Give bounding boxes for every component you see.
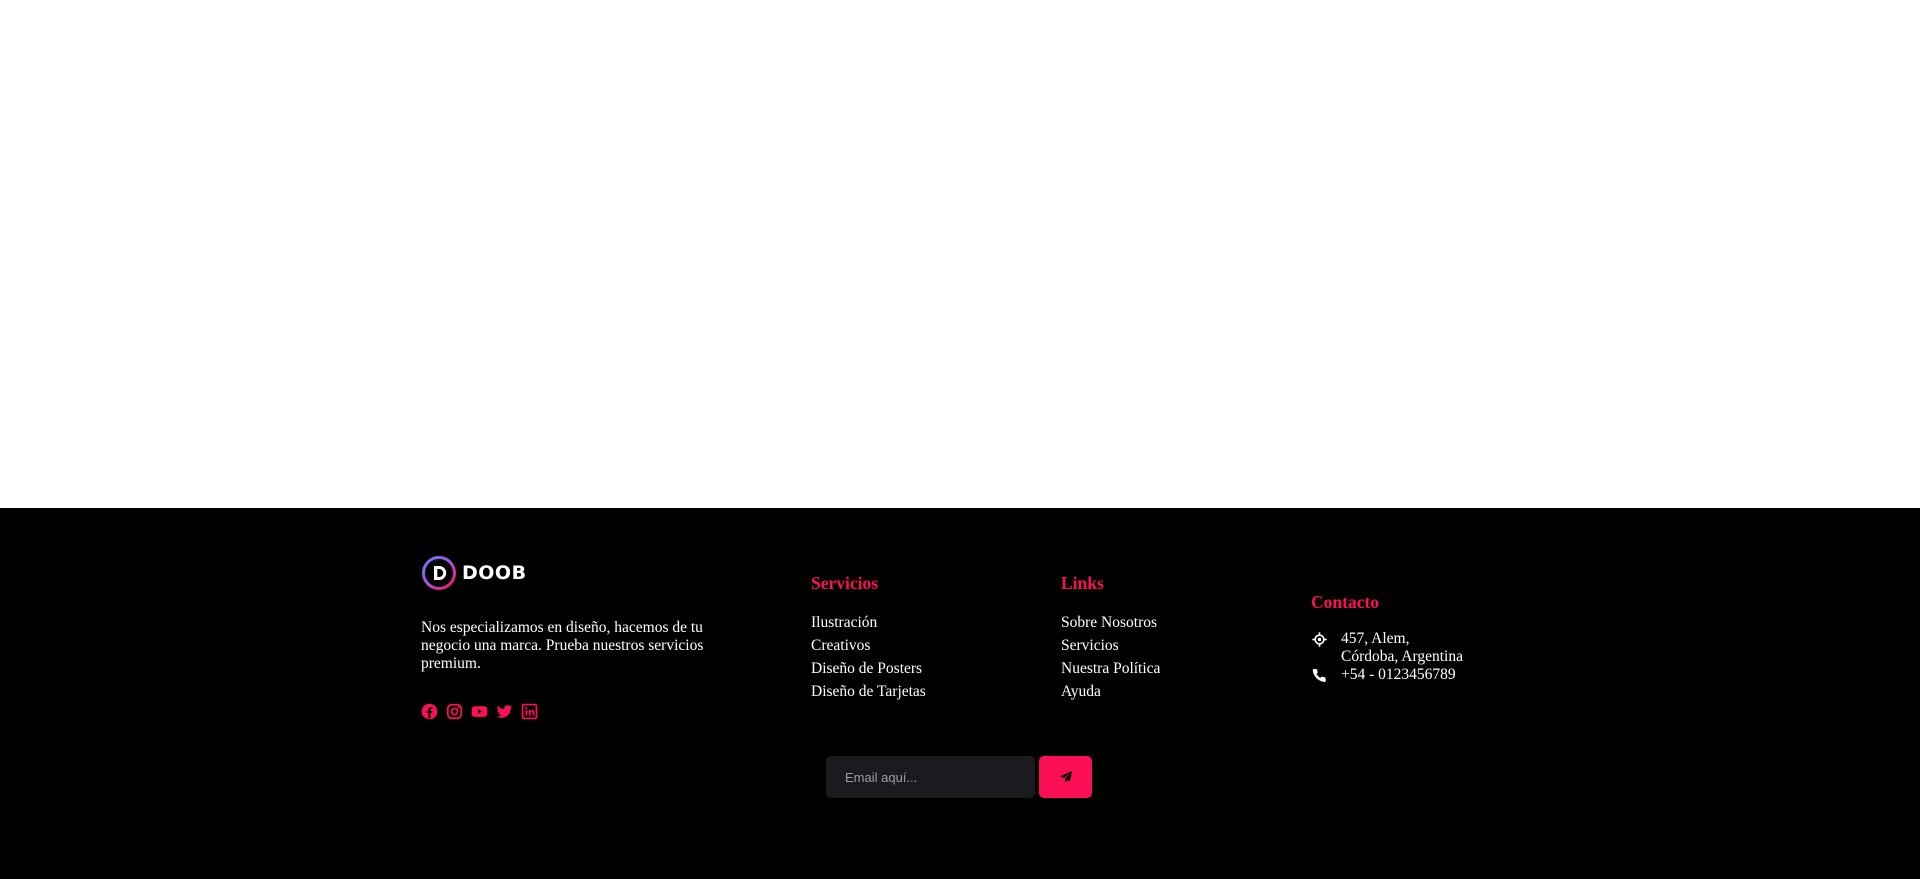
servicios-list: Ilustración Creativos Diseño de Posters …	[811, 611, 926, 703]
subscribe-button[interactable]	[1039, 756, 1092, 798]
address-line-1: 457, Alem,	[1341, 630, 1410, 647]
youtube-icon[interactable]	[471, 703, 488, 720]
logo-text: DOOB	[462, 562, 527, 584]
newsletter-form	[826, 756, 1092, 798]
email-input[interactable]	[826, 756, 1035, 798]
social-links	[421, 703, 741, 720]
footer-column-contacto: Contacto 457, Alem, Córdoba, Argentina +…	[1311, 591, 1463, 684]
servicios-link-tarjetas[interactable]: Diseño de Tarjetas	[811, 680, 926, 703]
contact-phone-text: +54 - 0123456789	[1341, 666, 1456, 683]
links-link-politica[interactable]: Nuestra Política	[1061, 657, 1160, 680]
contact-address-text: 457, Alem, Córdoba, Argentina	[1341, 630, 1463, 666]
links-list: Sobre Nosotros Servicios Nuestra Polític…	[1061, 611, 1160, 703]
page-content-area	[0, 0, 1920, 508]
servicios-heading: Servicios	[811, 573, 879, 593]
facebook-icon[interactable]	[421, 703, 438, 720]
linkedin-icon[interactable]	[521, 703, 538, 720]
site-footer: DOOB Nos especializamos en diseño, hacem…	[0, 508, 1920, 879]
servicios-link-ilustracion[interactable]: Ilustración	[811, 611, 926, 634]
paper-plane-icon	[1059, 770, 1072, 784]
links-link-ayuda[interactable]: Ayuda	[1061, 680, 1160, 703]
contact-address: 457, Alem, Córdoba, Argentina	[1311, 630, 1463, 666]
phone-icon	[1311, 666, 1327, 684]
servicios-link-posters[interactable]: Diseño de Posters	[811, 657, 926, 680]
address-line-2: Córdoba, Argentina	[1341, 648, 1463, 665]
links-link-sobre-nosotros[interactable]: Sobre Nosotros	[1061, 611, 1160, 634]
footer-brand: DOOB Nos especializamos en diseño, hacem…	[421, 555, 741, 720]
contact-phone[interactable]: +54 - 0123456789	[1311, 666, 1463, 684]
contacto-list: 457, Alem, Córdoba, Argentina +54 - 0123…	[1311, 630, 1463, 684]
location-crosshair-icon	[1311, 630, 1327, 648]
servicios-link-creativos[interactable]: Creativos	[811, 634, 926, 657]
links-link-servicios[interactable]: Servicios	[1061, 634, 1160, 657]
footer-column-servicios: Servicios Ilustración Creativos Diseño d…	[811, 572, 926, 703]
footer-column-links: Links Sobre Nosotros Servicios Nuestra P…	[1061, 572, 1160, 703]
logo[interactable]: DOOB	[421, 555, 741, 591]
links-heading: Links	[1061, 573, 1104, 593]
brand-description: Nos especializamos en diseño, hacemos de…	[421, 619, 704, 672]
instagram-icon[interactable]	[446, 703, 463, 720]
doob-logo-mark-icon	[422, 556, 456, 590]
twitter-icon[interactable]	[496, 703, 513, 720]
contacto-heading: Contacto	[1311, 592, 1380, 612]
